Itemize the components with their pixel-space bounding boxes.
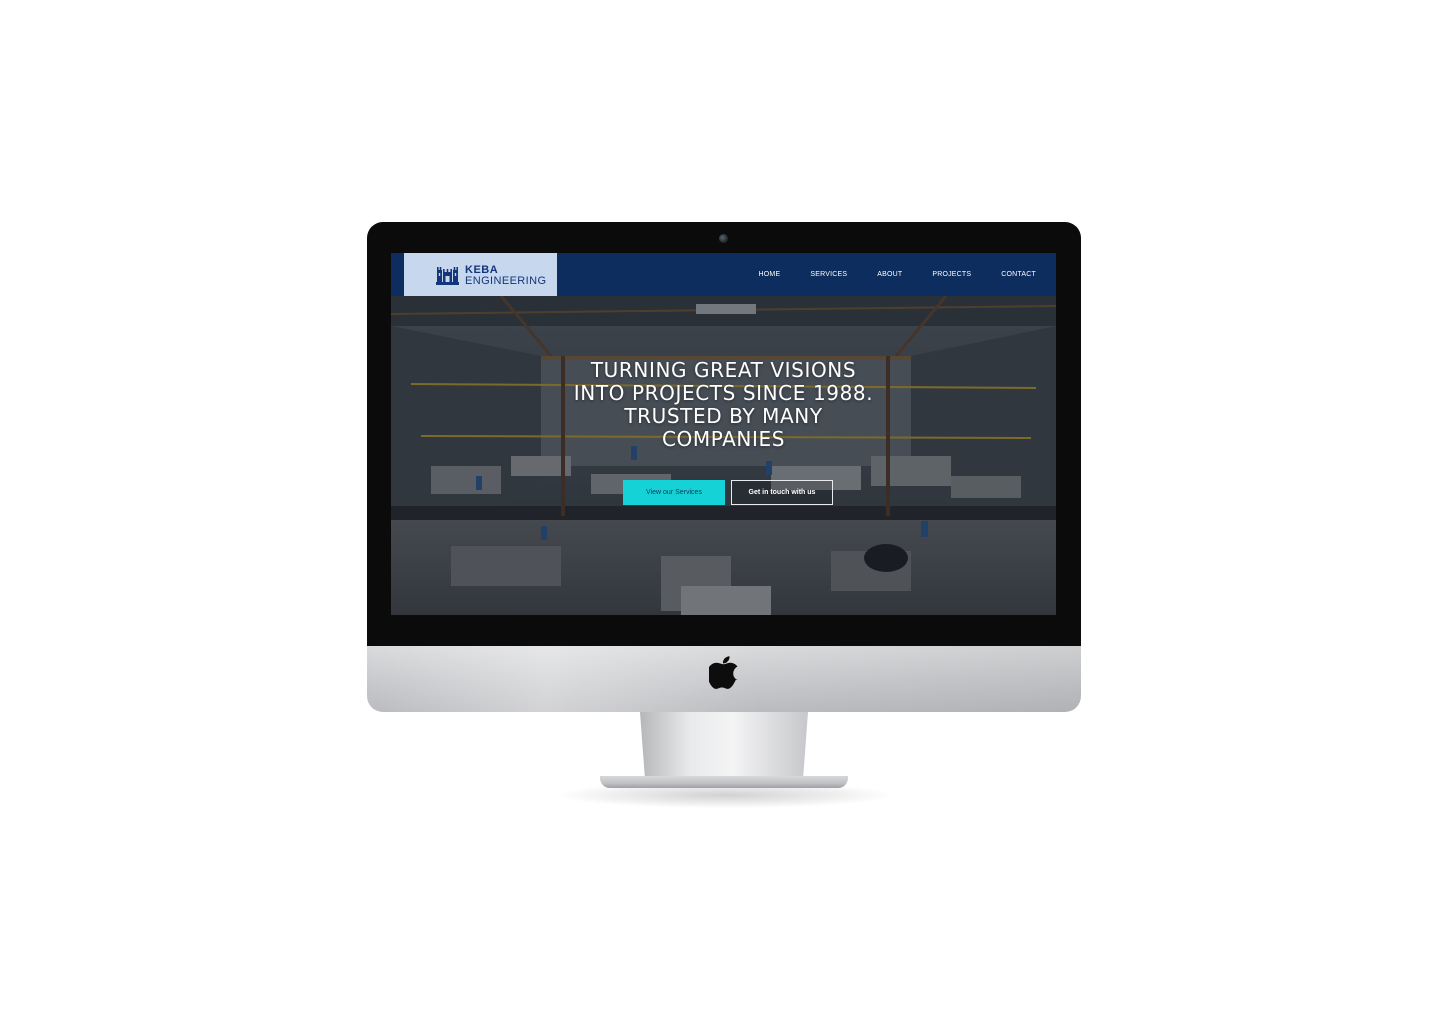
hero-title: TURNING GREAT VISIONS INTO PROJECTS SINC… [391, 359, 1056, 451]
nav-item-services[interactable]: SERVICES [810, 271, 847, 278]
castle-logo-icon [436, 267, 459, 285]
mockup-stage: KEBA ENGINEERING HOME SERVICES ABOUT PRO… [0, 0, 1440, 1024]
apple-logo-icon [709, 656, 738, 689]
nav-item-contact[interactable]: CONTACT [1001, 271, 1036, 278]
nav-menu: HOME SERVICES ABOUT PROJECTS CONTACT [759, 253, 1036, 296]
website-screen: KEBA ENGINEERING HOME SERVICES ABOUT PRO… [391, 253, 1056, 615]
logo-subtitle: ENGINEERING [465, 275, 547, 287]
camera-icon [719, 234, 728, 243]
hero-title-line: TURNING GREAT VISIONS [590, 358, 857, 382]
site-navbar: KEBA ENGINEERING HOME SERVICES ABOUT PRO… [391, 253, 1056, 296]
nav-item-projects[interactable]: PROJECTS [932, 271, 971, 278]
nav-item-about[interactable]: ABOUT [877, 271, 902, 278]
nav-item-home[interactable]: HOME [759, 271, 781, 278]
hero-overlay [391, 296, 1056, 615]
hero-title-line: COMPANIES [661, 427, 786, 451]
imac-stand-base [600, 776, 848, 788]
hero-title-line: INTO PROJECTS SINCE 1988. [573, 381, 874, 405]
imac-stand-neck [640, 712, 808, 780]
view-services-button[interactable]: View our Services [623, 480, 725, 505]
hero-section: TURNING GREAT VISIONS INTO PROJECTS SINC… [391, 296, 1056, 615]
site-logo[interactable]: KEBA ENGINEERING [404, 253, 557, 296]
get-in-touch-button[interactable]: Get in touch with us [731, 480, 833, 505]
hero-title-line: TRUSTED BY MANY [624, 404, 823, 428]
